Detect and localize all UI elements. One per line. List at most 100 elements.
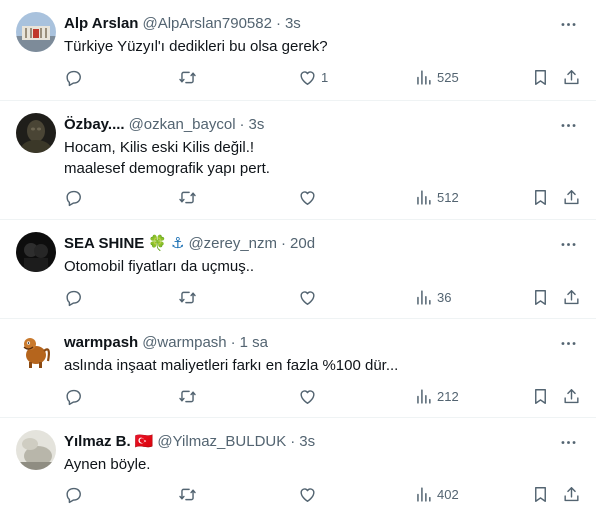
- reply-button[interactable]: [64, 281, 83, 313]
- display-name[interactable]: Yılmaz B.: [64, 432, 131, 452]
- share-icon: [562, 68, 581, 87]
- timestamp[interactable]: 1 sa: [240, 333, 268, 353]
- user-handle[interactable]: @warmpash: [142, 333, 226, 353]
- views-icon: [414, 68, 433, 87]
- views-icon: [414, 188, 433, 207]
- tweet-text: Aynen böyle.: [64, 454, 564, 475]
- bookmark-icon: [531, 68, 550, 87]
- display-name[interactable]: warmpash: [64, 333, 138, 353]
- views-icon: [414, 387, 433, 406]
- bookmark-button[interactable]: [531, 281, 550, 313]
- like-button[interactable]: [298, 478, 317, 510]
- tweet[interactable]: Yılmaz B. 🇹🇷 @Yilmaz_BULDUK · 3s Aynen b…: [0, 418, 596, 524]
- share-icon: [562, 485, 581, 504]
- display-name[interactable]: Özbay....: [64, 115, 125, 135]
- reply-icon: [64, 485, 83, 504]
- views-button[interactable]: 36: [414, 281, 451, 313]
- like-count: 1: [321, 69, 329, 85]
- view-count: 512: [437, 189, 459, 205]
- view-count: 36: [437, 289, 452, 305]
- display-name[interactable]: SEA SHINE: [64, 234, 144, 254]
- timestamp[interactable]: 3s: [299, 432, 315, 452]
- bookmark-icon: [531, 188, 550, 207]
- reply-button[interactable]: [64, 478, 83, 510]
- tweet[interactable]: SEA SHINE 🍀 ⚓ @zerey_nzm · 20d Otomobil …: [0, 220, 596, 319]
- avatar[interactable]: [16, 430, 56, 470]
- reply-icon: [64, 288, 83, 307]
- avatar[interactable]: [16, 331, 56, 371]
- share-icon: [562, 387, 581, 406]
- views-button[interactable]: 212: [414, 380, 459, 412]
- tweet[interactable]: Alp Arslan @AlpArslan790582 · 3s Türkiye…: [0, 0, 596, 101]
- heart-icon: [298, 387, 317, 406]
- retweet-icon: [178, 485, 197, 504]
- share-button[interactable]: [562, 281, 581, 313]
- views-button[interactable]: 512: [414, 181, 459, 213]
- tweet-text: aslında inşaat maliyetleri farkı en fazl…: [64, 355, 564, 376]
- avatar[interactable]: [16, 232, 56, 272]
- share-button[interactable]: [562, 61, 581, 93]
- retweet-button[interactable]: [178, 478, 197, 510]
- action-bar: 212: [56, 380, 586, 412]
- action-bar: 402: [56, 478, 586, 510]
- reply-button[interactable]: [64, 181, 83, 213]
- view-count: 525: [437, 69, 459, 85]
- timestamp[interactable]: 3s: [285, 14, 301, 34]
- reply-button[interactable]: [64, 380, 83, 412]
- separator-dot: ·: [281, 235, 287, 252]
- more-icon[interactable]: [556, 12, 580, 36]
- action-bar: 512: [56, 181, 586, 213]
- avatar[interactable]: [16, 12, 56, 52]
- views-button[interactable]: 525: [414, 61, 459, 93]
- view-count: 212: [437, 388, 459, 404]
- tweet-header: Özbay.... @ozkan_baycol · 3s: [64, 115, 264, 135]
- like-button[interactable]: 1: [298, 61, 328, 93]
- retweet-icon: [178, 188, 197, 207]
- timestamp[interactable]: 3s: [249, 115, 265, 135]
- tweet-text-line: Otomobil fiyatları da uçmuş..: [64, 258, 255, 275]
- user-handle[interactable]: @zerey_nzm: [188, 234, 277, 254]
- user-handle[interactable]: @AlpArslan790582: [142, 14, 271, 34]
- more-icon[interactable]: [556, 113, 580, 137]
- reply-button[interactable]: [64, 61, 83, 93]
- retweet-button[interactable]: [178, 281, 197, 313]
- share-icon: [562, 188, 581, 207]
- like-button[interactable]: [298, 181, 317, 213]
- bookmark-icon: [531, 485, 550, 504]
- bookmark-button[interactable]: [531, 61, 550, 93]
- retweet-button[interactable]: [178, 61, 197, 93]
- timestamp[interactable]: 20d: [290, 234, 315, 254]
- tweet[interactable]: warmpash @warmpash · 1 sa aslında inşaat…: [0, 319, 596, 418]
- retweet-button[interactable]: [178, 380, 197, 412]
- bookmark-button[interactable]: [531, 181, 550, 213]
- anchor-icon: ⚓: [170, 235, 185, 252]
- tweet-text-line: aslında inşaat maliyetleri farkı en fazl…: [64, 357, 399, 374]
- user-handle[interactable]: @ozkan_baycol: [129, 115, 236, 135]
- heart-icon: [298, 485, 317, 504]
- more-icon[interactable]: [556, 331, 580, 355]
- bookmark-button[interactable]: [531, 478, 550, 510]
- heart-icon: [298, 288, 317, 307]
- like-button[interactable]: [298, 380, 317, 412]
- tweet-text-line: maalesef demografik yapı pert.: [64, 160, 270, 177]
- tweet-text-line: Hocam, Kilis eski Kilis değil.!: [64, 139, 255, 156]
- like-button[interactable]: [298, 281, 317, 313]
- views-button[interactable]: 402: [414, 478, 459, 510]
- view-count: 402: [437, 486, 459, 502]
- share-button[interactable]: [562, 181, 581, 213]
- more-icon[interactable]: [556, 232, 580, 256]
- share-button[interactable]: [562, 478, 581, 510]
- tweet-header: Yılmaz B. 🇹🇷 @Yilmaz_BULDUK · 3s: [64, 432, 315, 452]
- bookmark-button[interactable]: [531, 380, 550, 412]
- tweet[interactable]: Özbay.... @ozkan_baycol · 3s Hocam, Kili…: [0, 101, 596, 220]
- user-handle[interactable]: @Yilmaz_BULDUK: [157, 432, 286, 452]
- share-button[interactable]: [562, 380, 581, 412]
- display-name[interactable]: Alp Arslan: [64, 14, 138, 34]
- more-icon[interactable]: [556, 430, 580, 454]
- separator-dot: ·: [275, 15, 281, 32]
- retweet-icon: [178, 68, 197, 87]
- reply-icon: [64, 387, 83, 406]
- avatar[interactable]: [16, 113, 56, 153]
- retweet-button[interactable]: [178, 181, 197, 213]
- share-icon: [562, 288, 581, 307]
